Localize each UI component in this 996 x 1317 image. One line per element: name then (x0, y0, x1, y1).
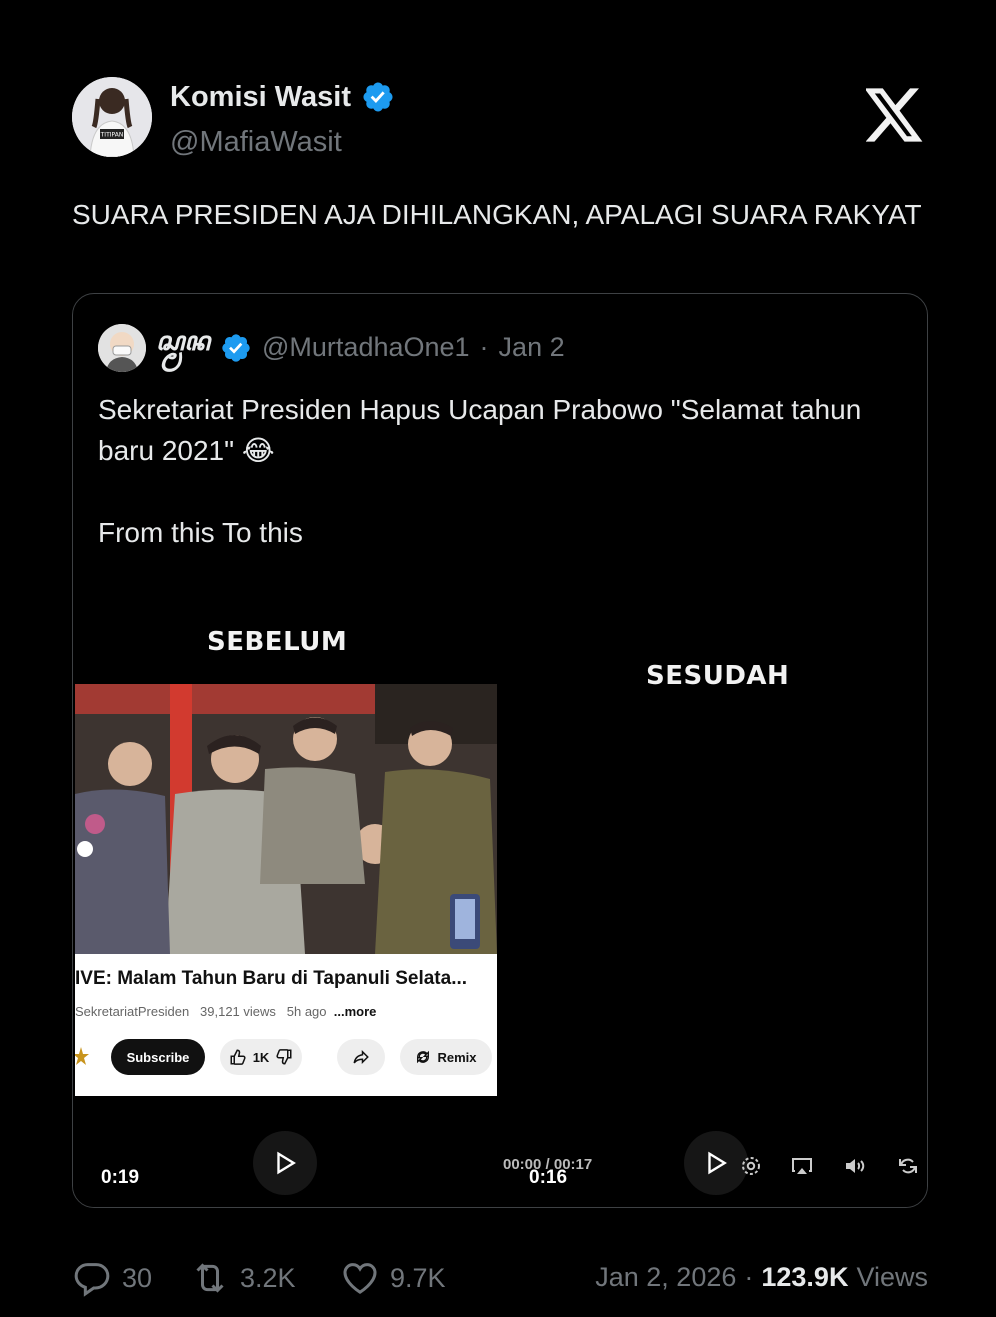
quote-header: ꦱ꧀ꦩꦤ @MurtadhaOne1 · Jan 2 (98, 321, 565, 374)
quote-text-line2: From this To this (98, 517, 303, 548)
reply-icon (74, 1263, 110, 1297)
youtube-info-panel: IVE: Malam Tahun Baru di Tapanuli Selata… (75, 954, 497, 1096)
youtube-like-pill: 1K (220, 1039, 302, 1075)
thumbs-down-icon (276, 1049, 292, 1065)
quote-author-name[interactable]: ꦱ꧀ꦩꦤ (156, 321, 210, 374)
timestamp-separator: · (744, 1262, 754, 1292)
views-label: Views (856, 1262, 928, 1292)
youtube-remix-pill: Remix (400, 1039, 492, 1075)
youtube-views: 39,121 views (200, 1004, 276, 1019)
volume-icon (846, 1159, 865, 1173)
youtube-remix-label: Remix (437, 1049, 477, 1065)
quote-separator: · (479, 332, 489, 362)
like-button[interactable]: 9.7K (340, 1258, 446, 1298)
quote-date[interactable]: Jan 2 (499, 332, 565, 363)
post-date[interactable]: Jan 2, 2026 (595, 1262, 736, 1293)
engagement-bar: 30 3.2K 9.7K Jan 2, 2026 · 123.9K Views (72, 1258, 928, 1298)
svg-text:TITIPAN: TITIPAN (100, 132, 124, 139)
heart-icon (343, 1263, 377, 1294)
video-after-duration: 0:16 (529, 1167, 568, 1188)
tweet-text: SUARA PRESIDEN AJA DIHILANGKAN, APALAGI … (72, 199, 922, 230)
loop-icon (899, 1158, 917, 1174)
play-icon (277, 1151, 296, 1175)
author-name-text: Komisi Wasit (170, 80, 352, 113)
video-before-play-button[interactable] (253, 1131, 317, 1195)
author-name[interactable]: Komisi Wasit (170, 80, 395, 114)
video-after-label: SESUDAH (646, 661, 790, 691)
remix-icon (417, 1050, 430, 1064)
timestamp-views: Jan 2, 2026 · 123.9K Views (595, 1262, 928, 1293)
video-before-label: SEBELUM (207, 627, 348, 657)
quote-text-line1: Sekretariat Presiden Hapus Ucapan Prabow… (98, 394, 862, 466)
repost-button[interactable]: 3.2K (190, 1258, 296, 1298)
youtube-more: ...more (333, 1004, 377, 1019)
like-count: 9.7K (390, 1262, 446, 1293)
youtube-video-title: IVE: Malam Tahun Baru di Tapanuli Selata… (75, 968, 468, 989)
author-avatar[interactable]: TITIPAN (72, 77, 152, 157)
video-before[interactable]: SEBELUM IVE: Malam Tahun Baru di Tapanul… (73, 569, 500, 1207)
youtube-video-meta: SekretariatPresiden 39,121 views 5h ago … (75, 1004, 376, 1019)
quote-text: Sekretariat Presiden Hapus Ucapan Prabow… (98, 389, 898, 594)
views-count: 123.9K (761, 1262, 849, 1292)
quoted-tweet[interactable]: ꦱ꧀ꦩꦤ @MurtadhaOne1 · Jan 2 Sekretariat P… (72, 293, 928, 1208)
video-before-duration: 0:19 (101, 1167, 140, 1188)
youtube-channel: SekretariatPresiden (75, 1004, 190, 1019)
reply-button[interactable]: 30 (72, 1258, 152, 1298)
thumbs-up-icon (230, 1049, 246, 1065)
share-arrow-icon (353, 1049, 369, 1065)
x-logo-icon[interactable] (866, 88, 924, 142)
youtube-ago: 5h ago (286, 1004, 327, 1019)
reply-count: 30 (122, 1262, 153, 1293)
video-after[interactable]: SESUDAH 00:00 / 00:17 0:16 (502, 569, 927, 1207)
author-handle[interactable]: @MafiaWasit (170, 126, 342, 159)
verified-badge-icon (222, 333, 250, 362)
settings-gear-icon (742, 1157, 760, 1175)
verified-badge-icon (363, 82, 393, 112)
youtube-like-count: 1K (252, 1049, 270, 1065)
quote-author-handle[interactable]: @MurtadhaOne1 (262, 332, 470, 363)
video-before-scene (75, 684, 497, 954)
channel-emblem-icon (75, 1047, 89, 1065)
airplay-icon (792, 1158, 812, 1174)
quote-avatar[interactable] (98, 323, 146, 372)
play-icon (708, 1151, 727, 1175)
repost-count: 3.2K (240, 1262, 296, 1293)
repost-icon (196, 1263, 224, 1293)
youtube-share-pill (337, 1039, 385, 1075)
youtube-subscribe-button: Subscribe (111, 1039, 205, 1075)
